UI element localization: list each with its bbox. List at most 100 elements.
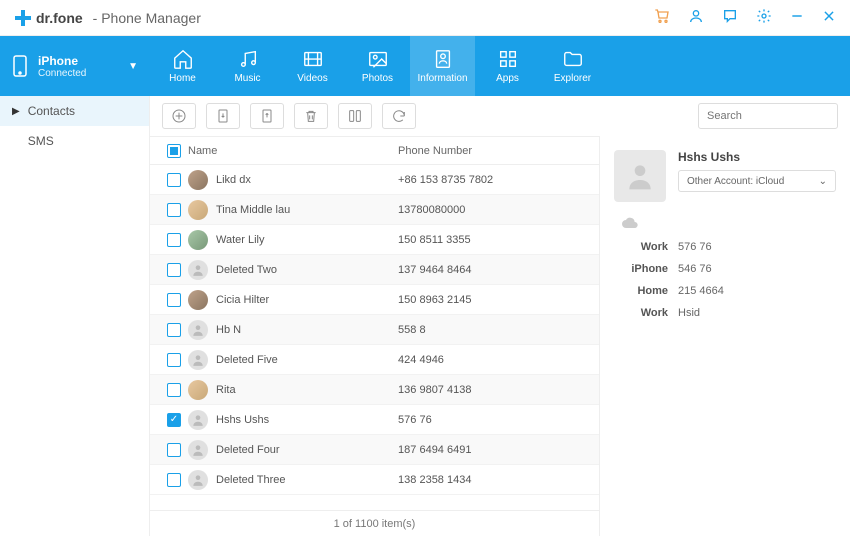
table-row[interactable]: Hb N558 8 [150, 315, 599, 345]
avatar [188, 290, 208, 310]
table-header: Name Phone Number [150, 137, 599, 165]
table-row[interactable]: Cicia Hilter 150 8963 2145 [150, 285, 599, 315]
chevron-down-icon: ⌄ [819, 176, 827, 187]
tab-music[interactable]: Music [215, 36, 280, 96]
field-value: 215 4664 [678, 285, 724, 297]
tab-apps[interactable]: Apps [475, 36, 540, 96]
toolbar [150, 96, 850, 136]
field-value: 576 76 [678, 241, 712, 253]
add-button[interactable] [162, 103, 196, 129]
table-footer: 1 of 1100 item(s) [150, 510, 599, 536]
avatar [188, 200, 208, 220]
avatar [188, 350, 208, 370]
row-checkbox[interactable] [167, 173, 181, 187]
avatar [188, 320, 208, 340]
row-checkbox[interactable] [167, 473, 181, 487]
title-bar: dr.fone - Phone Manager [0, 0, 850, 36]
table-body[interactable]: Likd dx +86 153 8735 7802 Tina Middle lau 1… [150, 165, 599, 510]
row-checkbox[interactable] [167, 263, 181, 277]
row-checkbox[interactable] [167, 383, 181, 397]
close-icon[interactable] [822, 9, 836, 26]
minimize-icon[interactable] [790, 9, 804, 26]
table-row[interactable]: Likd dx +86 153 8735 7802 [150, 165, 599, 195]
row-checkbox[interactable] [167, 353, 181, 367]
sidebar-item-sms[interactable]: ▶ SMS [0, 126, 149, 156]
cart-icon[interactable] [654, 8, 670, 27]
table-row[interactable]: Water Lily150 8511 3355 [150, 225, 599, 255]
table-row[interactable]: Deleted Two137 9464 8464 [150, 255, 599, 285]
detail-pane: Hshs Ushs Other Account: iCloud ⌄ Work57… [600, 136, 850, 536]
detail-field: Home 215 4664 [614, 285, 836, 297]
search-box[interactable] [698, 103, 838, 129]
contacts-table: Name Phone Number Likd dx +86 153 8735 78… [150, 136, 600, 536]
field-value: Hsid [678, 307, 700, 319]
contact-phone: 576 76 [398, 414, 589, 426]
select-all-checkbox[interactable] [167, 144, 181, 158]
avatar [188, 170, 208, 190]
sidebar: ▶ Contacts ▶ SMS [0, 96, 150, 536]
contact-name: Cicia Hilter [216, 294, 269, 306]
account-select[interactable]: Other Account: iCloud ⌄ [678, 170, 836, 192]
row-checkbox[interactable] [167, 443, 181, 457]
settings-icon[interactable] [756, 8, 772, 27]
avatar [188, 470, 208, 490]
table-row[interactable]: Deleted Four187 6494 6491 [150, 435, 599, 465]
row-checkbox[interactable] [167, 293, 181, 307]
contact-name: Tina Middle lau [216, 204, 290, 216]
cloud-icon [622, 216, 638, 231]
detail-field: Work Hsid [614, 307, 836, 319]
row-checkbox[interactable] [167, 233, 181, 247]
search-input[interactable] [707, 110, 849, 122]
nav-tabs: Home Music Videos Photos Information App… [150, 36, 605, 96]
export-button[interactable] [250, 103, 284, 129]
contact-phone: 13780080000 [398, 204, 589, 216]
detail-field: iPhone546 76 [614, 263, 836, 275]
table-row[interactable]: Deleted Three138 2358 1434 [150, 465, 599, 495]
transfer-button[interactable] [338, 103, 372, 129]
contact-name: Deleted Five [216, 354, 278, 366]
row-checkbox[interactable] [167, 413, 181, 427]
tab-photos[interactable]: Photos [345, 36, 410, 96]
table-row[interactable]: Rita136 9807 4138 [150, 375, 599, 405]
refresh-button[interactable] [382, 103, 416, 129]
detail-name: Hshs Ushs [678, 150, 836, 164]
row-checkbox[interactable] [167, 323, 181, 337]
feedback-icon[interactable] [722, 8, 738, 27]
title-suffix: - Phone Manager [93, 10, 201, 26]
detail-fields: Work576 76 iPhone546 76 Home 215 4664 Work Hs… [614, 241, 836, 319]
table-row[interactable]: Deleted Five424 4946 [150, 345, 599, 375]
contact-name: Rita [216, 384, 236, 396]
tab-explorer[interactable]: Explorer [540, 36, 605, 96]
contact-name: Likd dx [216, 174, 251, 186]
tab-videos[interactable]: Videos [280, 36, 345, 96]
tab-home[interactable]: Home [150, 36, 215, 96]
avatar [188, 230, 208, 250]
detail-field: Work576 76 [614, 241, 836, 253]
table-row[interactable]: Hshs Ushs 576 76 [150, 405, 599, 435]
user-icon[interactable] [688, 8, 704, 27]
contact-name: Water Lily [216, 234, 265, 246]
row-checkbox[interactable] [167, 203, 181, 217]
field-label: Work [614, 307, 668, 319]
device-selector[interactable]: iPhone Connected ▼ [0, 36, 150, 96]
chevron-down-icon: ▼ [128, 61, 138, 72]
avatar [188, 440, 208, 460]
contact-phone: 150 8963 2145 [398, 294, 589, 306]
contact-name: Hshs Ushs [216, 414, 269, 426]
avatar [188, 260, 208, 280]
caret-right-icon: ▶ [12, 106, 20, 117]
col-header-phone[interactable]: Phone Number [398, 145, 589, 157]
delete-button[interactable] [294, 103, 328, 129]
sidebar-item-contacts[interactable]: ▶ Contacts [0, 96, 149, 126]
brand-text: dr.fone [36, 10, 83, 26]
col-header-name[interactable]: Name [188, 145, 398, 157]
contact-phone: +86 153 8735 7802 [398, 174, 589, 186]
tab-information[interactable]: Information [410, 36, 475, 96]
field-label: iPhone [614, 263, 668, 275]
field-label: Home [614, 285, 668, 297]
contact-name: Deleted Four [216, 444, 280, 456]
table-row[interactable]: Tina Middle lau 13780080000 [150, 195, 599, 225]
avatar [188, 410, 208, 430]
app-logo: dr.fone - Phone Manager [14, 9, 201, 27]
import-button[interactable] [206, 103, 240, 129]
